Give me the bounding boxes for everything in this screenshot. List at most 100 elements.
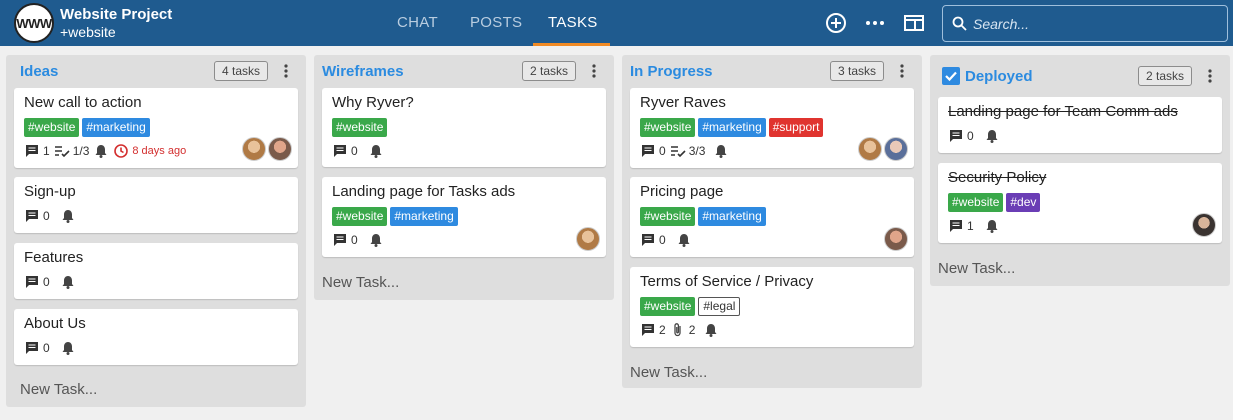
column-menu-icon[interactable] [896,61,908,81]
comment-count: 0 [43,209,50,223]
tag-dev[interactable]: #dev [1006,193,1041,212]
tag-list: #website #dev [948,193,1041,212]
comment-icon [24,340,40,356]
tab-posts[interactable]: POSTS [470,0,522,46]
tag-marketing[interactable]: #marketing [698,118,766,137]
column-deployed: Deployed 2 tasks Landing page for Team C… [930,55,1230,286]
comment-count: 0 [351,233,358,247]
tag-support[interactable]: #support [768,118,824,137]
task-card[interactable]: Landing page for Team Comm ads 0 [938,97,1222,153]
comment-count: 0 [43,341,50,355]
new-task-input[interactable]: New Task... [322,274,399,291]
bell-icon[interactable] [984,218,1000,234]
attachment-count: 2 [688,323,696,337]
task-meta: 0 [24,340,76,356]
tag-website[interactable]: #website [640,207,696,226]
tag-list: #website [332,118,388,137]
comment-count: 0 [967,129,974,143]
bell-icon[interactable] [676,232,692,248]
task-meta: 0 3/3 [640,143,729,159]
checklist-icon [54,143,70,159]
project-subtitle: +website [60,24,116,40]
bell-icon[interactable] [713,143,729,159]
avatar[interactable] [242,137,266,161]
task-card[interactable]: Why Ryver? #website 0 [322,88,606,167]
task-card[interactable]: Pricing page #website #marketing 0 [630,177,914,257]
avatar[interactable] [858,137,882,161]
project-title[interactable]: Website Project [60,6,172,23]
tag-website[interactable]: #website [24,118,80,137]
column-done-checkbox[interactable] [942,67,960,85]
comment-count: 0 [351,144,358,158]
tag-list: #website #marketing [640,207,766,226]
tag-website[interactable]: #website [640,297,696,316]
comment-count: 1 [967,219,974,233]
search-input[interactable] [973,6,1223,41]
column-title[interactable]: In Progress [630,63,713,80]
bell-icon[interactable] [368,143,384,159]
task-card[interactable]: New call to action #website #marketing 1… [14,88,298,168]
task-meta: 2 2 [640,322,719,338]
search-box[interactable] [942,5,1228,42]
tag-marketing[interactable]: #marketing [82,118,150,137]
task-card[interactable]: Landing page for Tasks ads #website #mar… [322,177,606,257]
tab-tasks[interactable]: TASKS [548,0,598,46]
assignee-avatars [858,137,908,161]
bell-icon[interactable] [60,340,76,356]
assignee-avatars [1192,213,1216,237]
bell-icon[interactable] [60,208,76,224]
add-circle-icon[interactable] [825,12,847,34]
tag-list: #website #marketing [332,207,458,226]
task-card[interactable]: Security Policy #website #dev 1 [938,163,1222,243]
tag-marketing[interactable]: #marketing [390,207,458,226]
task-card[interactable]: About Us 0 [14,309,298,365]
tag-list: #website #marketing [24,118,150,137]
new-task-input[interactable]: New Task... [20,381,97,398]
column-title[interactable]: Wireframes [322,63,404,80]
bell-icon[interactable] [60,274,76,290]
task-card[interactable]: Features 0 [14,243,298,299]
tag-website[interactable]: #website [640,118,696,137]
task-title: New call to action [24,94,142,111]
tag-list: #website #marketing #support [640,118,824,137]
tag-legal[interactable]: #legal [698,297,741,316]
task-meta: 1 1/3 8 days ago [24,143,186,159]
task-count-badge: 2 tasks [522,61,577,81]
avatar[interactable] [576,227,600,251]
tag-website[interactable]: #website [332,207,388,226]
avatar[interactable] [1192,213,1216,237]
column-title[interactable]: Deployed [965,68,1033,85]
task-card[interactable]: Ryver Raves #website #marketing #support… [630,88,914,168]
task-count-badge: 3 tasks [830,61,885,81]
bell-icon[interactable] [984,128,1000,144]
tab-chat[interactable]: CHAT [397,0,438,46]
bell-icon[interactable] [703,322,719,338]
comment-icon [24,274,40,290]
checklist-progress: 3/3 [688,144,706,158]
column-menu-icon[interactable] [588,61,600,81]
task-card[interactable]: Terms of Service / Privacy #website #leg… [630,267,914,347]
new-task-input[interactable]: New Task... [938,260,1015,277]
project-avatar[interactable]: WWW [14,3,54,43]
avatar[interactable] [884,137,908,161]
bell-icon[interactable] [93,143,109,159]
task-title: Features [24,249,84,266]
app-header: WWW Website Project +website CHAT POSTS … [0,0,1233,46]
new-task-input[interactable]: New Task... [630,364,707,381]
tag-website[interactable]: #website [948,193,1004,212]
comment-count: 1 [43,144,50,158]
search-icon [952,16,967,36]
avatar[interactable] [268,137,292,161]
task-card[interactable]: Sign-up 0 [14,177,298,233]
bell-icon[interactable] [368,232,384,248]
checkmark-icon [945,71,957,82]
column-menu-icon[interactable] [1204,66,1216,86]
column-wireframes: Wireframes 2 tasks Why Ryver? #website 0… [314,55,614,300]
column-menu-icon[interactable] [280,61,292,81]
more-horizontal-icon[interactable] [864,12,886,34]
avatar[interactable] [884,227,908,251]
tag-marketing[interactable]: #marketing [698,207,766,226]
panel-layout-icon[interactable] [903,12,925,34]
tag-website[interactable]: #website [332,118,388,137]
column-title[interactable]: Ideas [20,63,58,80]
